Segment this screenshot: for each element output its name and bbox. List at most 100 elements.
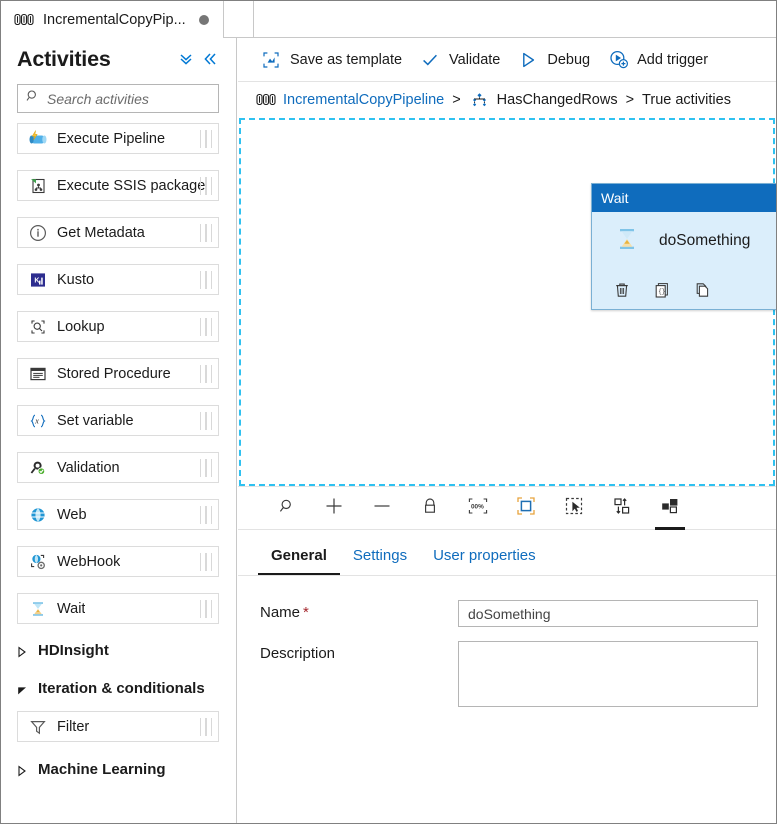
drag-handle[interactable]: [199, 317, 212, 336]
activity-item-set-variable[interactable]: x Set variable: [17, 405, 219, 436]
activity-label: Execute SSIS package: [57, 177, 206, 194]
group-label: HDInsight: [38, 642, 109, 659]
auto-align-button[interactable]: [598, 486, 646, 530]
zoom-in-button[interactable]: [310, 486, 358, 530]
lookup-icon: [27, 316, 49, 338]
add-trigger-button[interactable]: Add trigger: [603, 38, 721, 82]
breadcrumb-pipeline-link[interactable]: IncrementalCopyPipeline: [283, 92, 444, 108]
validate-button[interactable]: Validate: [415, 38, 513, 82]
zoom-to-fit-button[interactable]: [262, 486, 310, 530]
get-metadata-icon: [27, 222, 49, 244]
lock-icon: [420, 496, 440, 521]
breadcrumb: IncrementalCopyPipeline > HasChangedRows…: [238, 82, 776, 117]
activity-item-execute-ssis-package[interactable]: Execute SSIS package: [17, 170, 219, 201]
activity-group-hdinsight[interactable]: HDInsight: [17, 634, 220, 667]
activity-node-doSomething[interactable]: Wait doSomething {}: [591, 183, 776, 310]
drag-handle[interactable]: [199, 270, 212, 289]
pipeline-canvas[interactable]: Wait doSomething {}: [239, 118, 776, 486]
description-field-label: Description: [260, 645, 336, 662]
activity-label: WebHook: [57, 553, 121, 570]
activity-label: Validation: [57, 459, 120, 476]
activity-item-filter[interactable]: Filter: [17, 711, 219, 742]
name-input[interactable]: [458, 600, 758, 627]
execute-ssis-package-icon: [27, 175, 49, 197]
zoom-100-percent-icon: 00%: [466, 495, 490, 522]
command-label: Debug: [547, 51, 591, 68]
list-gap: [1, 483, 236, 499]
activity-label: Set variable: [57, 412, 134, 429]
chevron-right-icon: [17, 645, 27, 657]
zoom-100-button[interactable]: 00%: [454, 486, 502, 530]
activity-item-web[interactable]: Web: [17, 499, 219, 530]
activities-header: Activities: [1, 38, 236, 80]
drag-handle[interactable]: [199, 505, 212, 524]
magnifier-icon: [276, 496, 296, 521]
activity-group-machine-learning[interactable]: Machine Learning: [17, 753, 220, 786]
activity-item-wait[interactable]: Wait: [17, 593, 219, 624]
drag-handle[interactable]: [199, 717, 212, 736]
set-variable-icon: x: [27, 410, 49, 432]
command-bar: Save as template Validate Debug Add trig…: [238, 38, 776, 82]
group-label: Machine Learning: [38, 761, 166, 778]
drag-handle[interactable]: [199, 411, 212, 430]
document-tab-pipeline[interactable]: IncrementalCopyPip...: [1, 1, 224, 38]
tab-general[interactable]: General: [258, 547, 340, 575]
add-trigger-icon: [607, 49, 629, 71]
node-body: doSomething: [592, 212, 776, 270]
list-gap: [1, 342, 236, 358]
play-triangle-icon: [517, 49, 539, 71]
wait-hourglass-icon: [27, 598, 49, 620]
activity-label: Get Metadata: [57, 224, 145, 241]
drag-handle[interactable]: [199, 176, 212, 195]
list-gap: [1, 295, 236, 311]
activity-label: Kusto: [57, 271, 95, 288]
tab-settings[interactable]: Settings: [340, 547, 420, 575]
breadcrumb-separator: >: [625, 91, 635, 108]
activity-item-execute-pipeline[interactable]: Execute Pipeline: [17, 123, 219, 154]
document-tab-strip: IncrementalCopyPip...: [1, 1, 776, 38]
list-gap: [1, 154, 236, 170]
node-type-label: Wait: [592, 184, 776, 212]
breadcrumb-branch-label: True activities: [642, 91, 731, 108]
code-braces-icon[interactable]: {}: [651, 279, 673, 301]
if-condition-icon: [469, 91, 490, 109]
activity-item-lookup[interactable]: Lookup: [17, 311, 219, 342]
kusto-icon: K: [27, 269, 49, 291]
layout-blocks-button[interactable]: [646, 486, 694, 530]
required-asterisk: *: [303, 604, 309, 621]
activity-item-webhook[interactable]: WebHook: [17, 546, 219, 577]
search-box[interactable]: [17, 84, 219, 113]
expand-all-button[interactable]: [174, 47, 198, 71]
search-icon: [26, 89, 40, 108]
activity-item-get-metadata[interactable]: Get Metadata: [17, 217, 219, 248]
debug-button[interactable]: Debug: [513, 38, 603, 82]
pipeline-icon: [14, 13, 34, 26]
activity-item-kusto[interactable]: K Kusto: [17, 264, 219, 295]
drag-handle[interactable]: [199, 129, 212, 148]
trash-icon[interactable]: [611, 279, 633, 301]
drag-handle[interactable]: [199, 599, 212, 618]
activity-group-iteration-conditionals[interactable]: Iteration & conditionals: [17, 672, 220, 705]
drag-handle[interactable]: [199, 458, 212, 477]
activity-label: Stored Procedure: [57, 365, 171, 382]
drag-handle[interactable]: [199, 364, 212, 383]
drag-handle[interactable]: [199, 223, 212, 242]
description-textarea[interactable]: [458, 641, 758, 707]
zoom-out-button[interactable]: [358, 486, 406, 530]
execute-pipeline-icon: [27, 128, 49, 150]
lock-canvas-button[interactable]: [406, 486, 454, 530]
copy-icon[interactable]: [691, 279, 713, 301]
collapse-pane-button[interactable]: [198, 47, 222, 71]
activity-item-stored-procedure[interactable]: Stored Procedure: [17, 358, 219, 389]
web-icon: [27, 504, 49, 526]
activity-item-validation[interactable]: Validation: [17, 452, 219, 483]
select-mode-button[interactable]: [550, 486, 598, 530]
drag-handle[interactable]: [199, 552, 212, 571]
activity-label: Wait: [57, 600, 86, 617]
node-toolbar: {}: [592, 270, 776, 309]
fit-to-screen-button[interactable]: [502, 486, 550, 530]
tab-user-properties[interactable]: User properties: [420, 547, 549, 575]
search-input[interactable]: [47, 90, 210, 107]
activities-list: Execute Pipeline Execute SSIS package Ge…: [1, 123, 236, 786]
save-as-template-button[interactable]: Save as template: [256, 38, 415, 82]
